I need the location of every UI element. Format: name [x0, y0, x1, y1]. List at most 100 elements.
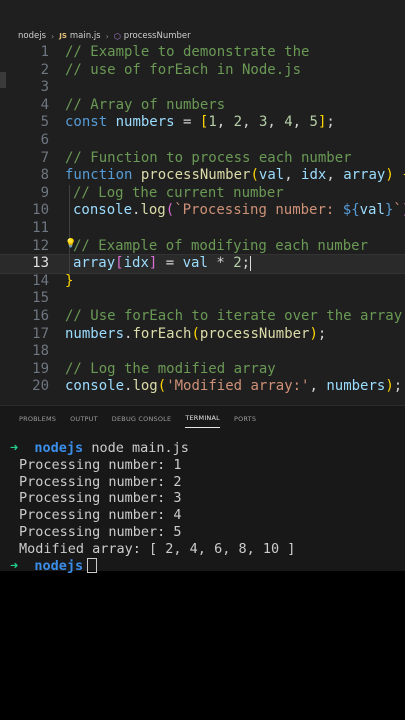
- operator: =: [174, 114, 200, 131]
- parameter: val: [258, 167, 285, 184]
- code-line[interactable]: 20 console.log('Modified array:', numbers…: [0, 378, 405, 396]
- code-line[interactable]: 4 // Array of numbers: [0, 97, 405, 115]
- prompt-directory: nodejs: [34, 557, 84, 574]
- comment: // Log the current number: [73, 184, 284, 201]
- bracket: (: [250, 167, 259, 184]
- keyword: const: [65, 114, 108, 131]
- code-line[interactable]: 14}: [0, 273, 405, 291]
- line-number: 14: [32, 272, 49, 289]
- comment: // Function to process each number: [65, 149, 352, 166]
- indent-guide: [69, 202, 70, 220]
- output-text: Processing number: 2: [19, 473, 182, 490]
- breadcrumb-folder[interactable]: nodejs: [18, 31, 46, 41]
- operator: =: [157, 255, 183, 272]
- comment: // Array of numbers: [65, 96, 226, 113]
- code-line[interactable]: 3: [0, 79, 405, 97]
- terminal-command: node main.js: [91, 440, 189, 456]
- indent-guide: [69, 184, 70, 203]
- punctuation: ,: [242, 114, 259, 131]
- terminal-prompt-line[interactable]: ➜ nodejs: [0, 558, 405, 575]
- identifier: val: [359, 202, 385, 219]
- code-line[interactable]: 12 💡// Example of modifying each number: [0, 237, 405, 256]
- identifier: array: [73, 255, 116, 272]
- comment: // Example of modifying each number: [73, 237, 369, 254]
- line-number: 13: [32, 255, 49, 272]
- tab-debug-console[interactable]: DEBUG CONSOLE: [112, 409, 172, 428]
- terminal-output-line: Processing number: 1: [0, 457, 405, 474]
- bracket: }: [65, 272, 74, 289]
- panel-tabs: PROBLEMS OUTPUT DEBUG CONSOLE TERMINAL P…: [0, 406, 405, 430]
- terminal[interactable]: ➜ nodejs node main.js Processing number:…: [0, 440, 405, 574]
- code-editor[interactable]: nodejs › JS main.js › ⬡ processNumber 1/…: [0, 0, 405, 405]
- punctuation: ,: [267, 114, 285, 131]
- prompt-arrow-icon: ➜: [10, 557, 19, 574]
- chevron-right-icon: ›: [105, 31, 109, 41]
- number-literal: 5: [309, 114, 318, 131]
- line-number: 12: [32, 237, 49, 254]
- javascript-file-icon: JS: [59, 32, 67, 40]
- number-literal: 2: [233, 255, 242, 272]
- line-number: 3: [40, 79, 49, 96]
- string-literal: `Processing number:: [174, 202, 343, 219]
- code-line[interactable]: 2 // use of forEach in Node.js: [0, 62, 405, 80]
- breadcrumb-file-label: main.js: [69, 31, 101, 41]
- code-line[interactable]: 5 const numbers = [1, 2, 3, 4, 5];: [0, 114, 405, 132]
- identifier: val: [182, 255, 208, 272]
- punctuation: ,: [216, 114, 234, 131]
- code-line[interactable]: 16 // Use forEach to iterate over the arr…: [0, 308, 405, 326]
- punctuation: ;: [393, 378, 403, 395]
- terminal-output-line: Modified array: [ 2, 4, 6, 8, 10 ]: [0, 541, 405, 558]
- line-number: 9: [40, 184, 49, 201]
- code-area[interactable]: 1 // Example to demonstrate the 2 // use o…: [0, 44, 405, 396]
- line-number: 19: [32, 360, 49, 377]
- terminal-output-line: Processing number: 3: [0, 490, 405, 507]
- breadcrumb-symbol-label: processNumber: [123, 31, 191, 41]
- tab-ports[interactable]: PORTS: [234, 409, 256, 428]
- comment: // Log the modified array: [65, 360, 276, 377]
- code-line[interactable]: 6: [0, 132, 405, 150]
- output-text: Modified array: [ 2, 4, 6, 8, 10 ]: [19, 540, 296, 557]
- code-line[interactable]: 8 function processNumber(val, idx, array)…: [0, 167, 405, 185]
- identifier: idx: [123, 255, 149, 272]
- terminal-output-line: Processing number: 2: [0, 474, 405, 491]
- code-line[interactable]: 19 // Log the modified array: [0, 361, 405, 379]
- code-line[interactable]: 17 numbers.forEach(processNumber);: [0, 326, 405, 344]
- line-number: 2: [40, 61, 49, 78]
- breadcrumb-folder-label: nodejs: [18, 31, 47, 41]
- breadcrumb-symbol[interactable]: ⬡ processNumber: [114, 31, 191, 41]
- code-line[interactable]: 7 // Function to process each number: [0, 150, 405, 168]
- line-number: 20: [32, 378, 49, 395]
- line-number: 15: [32, 290, 49, 307]
- comment: // Use forEach to iterate over the array: [65, 307, 403, 324]
- function-name: forEach: [132, 325, 192, 342]
- identifier: console: [73, 202, 133, 219]
- punctuation: ,: [309, 378, 327, 395]
- number-literal: 1: [208, 114, 217, 131]
- function-icon: ⬡: [113, 31, 121, 41]
- indent-guide: [69, 255, 70, 273]
- tab-terminal[interactable]: TERMINAL: [185, 408, 220, 428]
- code-line-active[interactable]: 13 array[idx] = val * 2;: [0, 254, 405, 274]
- line-number: 10: [32, 202, 49, 219]
- number-literal: 4: [284, 114, 293, 131]
- bracket: (: [165, 202, 175, 219]
- code-line[interactable]: 10 console.log(`Processing number: ${val}…: [0, 202, 405, 220]
- operator: *: [207, 255, 234, 272]
- code-line[interactable]: 18: [0, 343, 405, 361]
- punctuation: ;: [241, 255, 251, 272]
- identifier: numbers: [326, 378, 386, 395]
- function-name: processNumber: [199, 325, 310, 342]
- text-cursor: [250, 255, 252, 271]
- output-text: Processing number: 4: [19, 507, 182, 524]
- tab-problems[interactable]: PROBLEMS: [19, 409, 56, 428]
- line-number: 18: [32, 343, 49, 360]
- code-line[interactable]: 9 // Log the current number: [0, 184, 405, 203]
- comment: // Example to demonstrate the: [65, 44, 310, 60]
- code-line[interactable]: 15: [0, 290, 405, 308]
- identifier: console: [65, 378, 125, 395]
- bottom-panel: PROBLEMS OUTPUT DEBUG CONSOLE TERMINAL P…: [0, 405, 405, 574]
- tab-output[interactable]: OUTPUT: [70, 409, 98, 428]
- code-line[interactable]: 11: [0, 219, 405, 238]
- breadcrumb-file[interactable]: JS main.js: [59, 31, 100, 41]
- code-line[interactable]: 1 // Example to demonstrate the: [0, 44, 405, 62]
